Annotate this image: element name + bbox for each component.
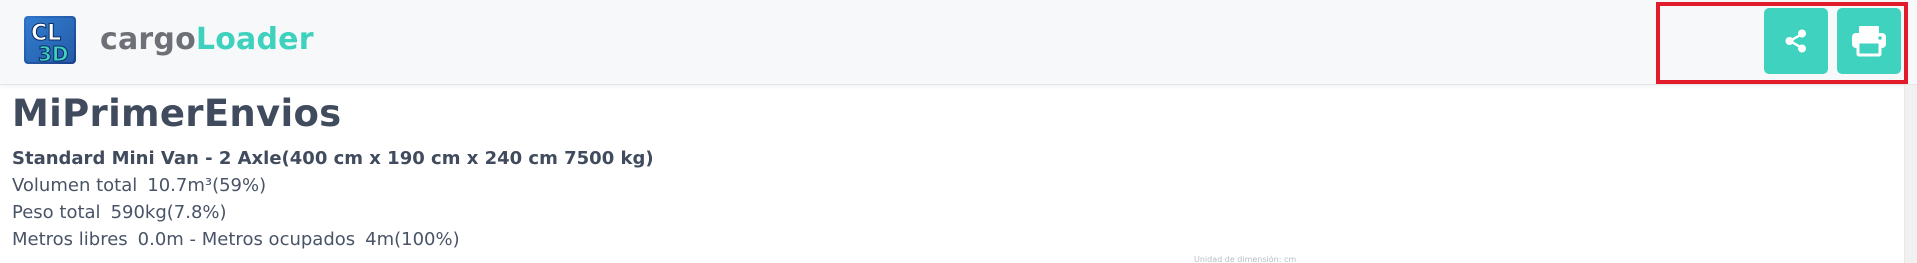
meters-free-label: Metros libres — [12, 229, 128, 250]
highlight-annotation-box — [1656, 2, 1908, 84]
brand-part-loader: Loader — [195, 22, 314, 57]
app-header: CL 3D cargoLoader — [0, 0, 1917, 85]
vehicle-description: Standard Mini Van - 2 Axle(400 cm x 190 … — [12, 148, 654, 169]
weight-stat: Peso total 590kg(7.8%) — [12, 199, 654, 226]
volume-label: Volumen total — [12, 175, 138, 196]
dimension-unit-note: Unidad de dimensión: cm — [1194, 255, 1297, 263]
page-scrollbar[interactable] — [1904, 85, 1917, 263]
meters-stat: Metros libres 0.0m - Metros ocupados 4m(10… — [12, 226, 654, 253]
brand-part-cargo: cargo — [100, 22, 196, 57]
meters-used-value: 4m(100%) — [365, 229, 460, 250]
cl3d-logo-icon: CL 3D — [24, 16, 76, 66]
svg-text:3D: 3D — [38, 42, 69, 66]
page-title: MiPrimerEnvios — [12, 92, 342, 135]
main-content: MiPrimerEnvios Standard Mini Van - 2 Axl… — [12, 90, 654, 253]
weight-value: 590kg(7.8%) — [110, 202, 227, 223]
volume-value: 10.7m³(59%) — [147, 175, 267, 196]
logo-group[interactable]: CL 3D cargoLoader — [22, 14, 314, 66]
volume-stat: Volumen total 10.7m³(59%) — [12, 172, 654, 199]
weight-label: Peso total — [12, 202, 101, 223]
meters-free-value: 0.0m - Metros ocupados — [137, 229, 356, 250]
brand-name: cargoLoader — [100, 14, 314, 66]
